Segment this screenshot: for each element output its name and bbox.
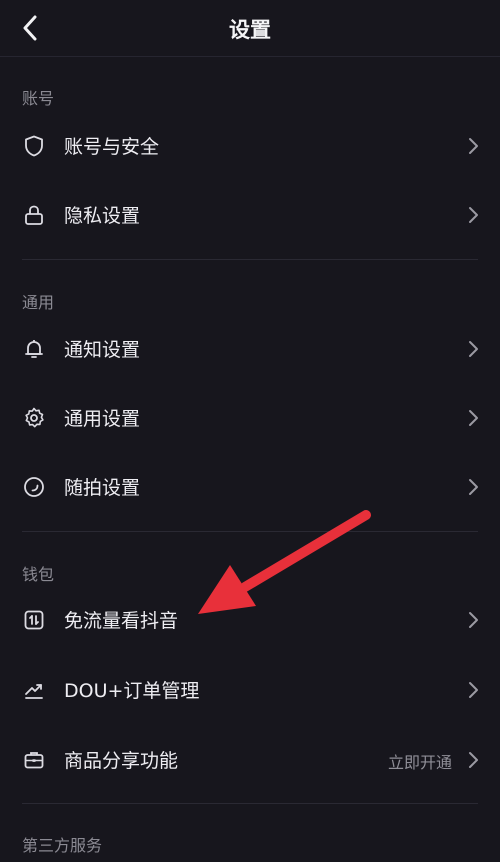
section-label-wallet: 钱包 — [22, 565, 55, 584]
menu-item-label: DOU+订单管理 — [64, 680, 200, 702]
briefcase-icon — [22, 748, 46, 772]
bell-icon — [22, 337, 46, 361]
section-label-general: 通用 — [22, 293, 55, 312]
menu-item-label: 账号与安全 — [64, 136, 160, 158]
section-divider — [22, 259, 478, 260]
data-traffic-icon — [22, 608, 46, 632]
circle-capture-icon — [22, 475, 46, 499]
menu-item-label: 商品分享功能 — [64, 750, 179, 772]
chevron-right-icon — [466, 680, 480, 700]
menu-item-notifications[interactable]: 通知设置 — [0, 320, 500, 378]
menu-item-product-sharing[interactable]: 商品分享功能 立即开通 — [0, 731, 500, 789]
section-divider — [22, 803, 478, 804]
menu-item-label: 免流量看抖音 — [64, 610, 179, 632]
menu-item-general-settings[interactable]: 通用设置 — [0, 389, 500, 447]
menu-item-label: 隐私设置 — [64, 205, 141, 227]
chevron-right-icon — [466, 408, 480, 428]
activate-now-link[interactable]: 立即开通 — [388, 749, 452, 773]
lock-icon — [22, 203, 46, 227]
chevron-right-icon — [466, 477, 480, 497]
page-title: 设置 — [229, 18, 271, 42]
chevron-right-icon — [466, 136, 480, 156]
menu-item-account-security[interactable]: 账号与安全 — [0, 117, 500, 175]
menu-item-snap-settings[interactable]: 随拍设置 — [0, 458, 500, 516]
shield-icon — [22, 134, 46, 158]
menu-item-privacy[interactable]: 隐私设置 — [0, 186, 500, 244]
menu-item-dou-orders[interactable]: DOU+订单管理 — [0, 661, 500, 719]
menu-item-label: 通用设置 — [64, 408, 141, 430]
menu-item-label: 随拍设置 — [64, 477, 141, 499]
gear-icon — [22, 406, 46, 430]
top-nav-bar: 设置 — [0, 0, 500, 57]
chevron-right-icon — [466, 750, 480, 770]
menu-item-label: 通知设置 — [64, 339, 141, 361]
section-divider — [22, 531, 478, 532]
chevron-right-icon — [466, 205, 480, 225]
chevron-right-icon — [466, 610, 480, 630]
section-label-third-party: 第三方服务 — [22, 836, 103, 855]
trend-icon — [22, 678, 46, 702]
chevron-right-icon — [466, 339, 480, 359]
section-label-account: 账号 — [22, 89, 55, 108]
menu-item-free-data[interactable]: 免流量看抖音 — [0, 591, 500, 649]
